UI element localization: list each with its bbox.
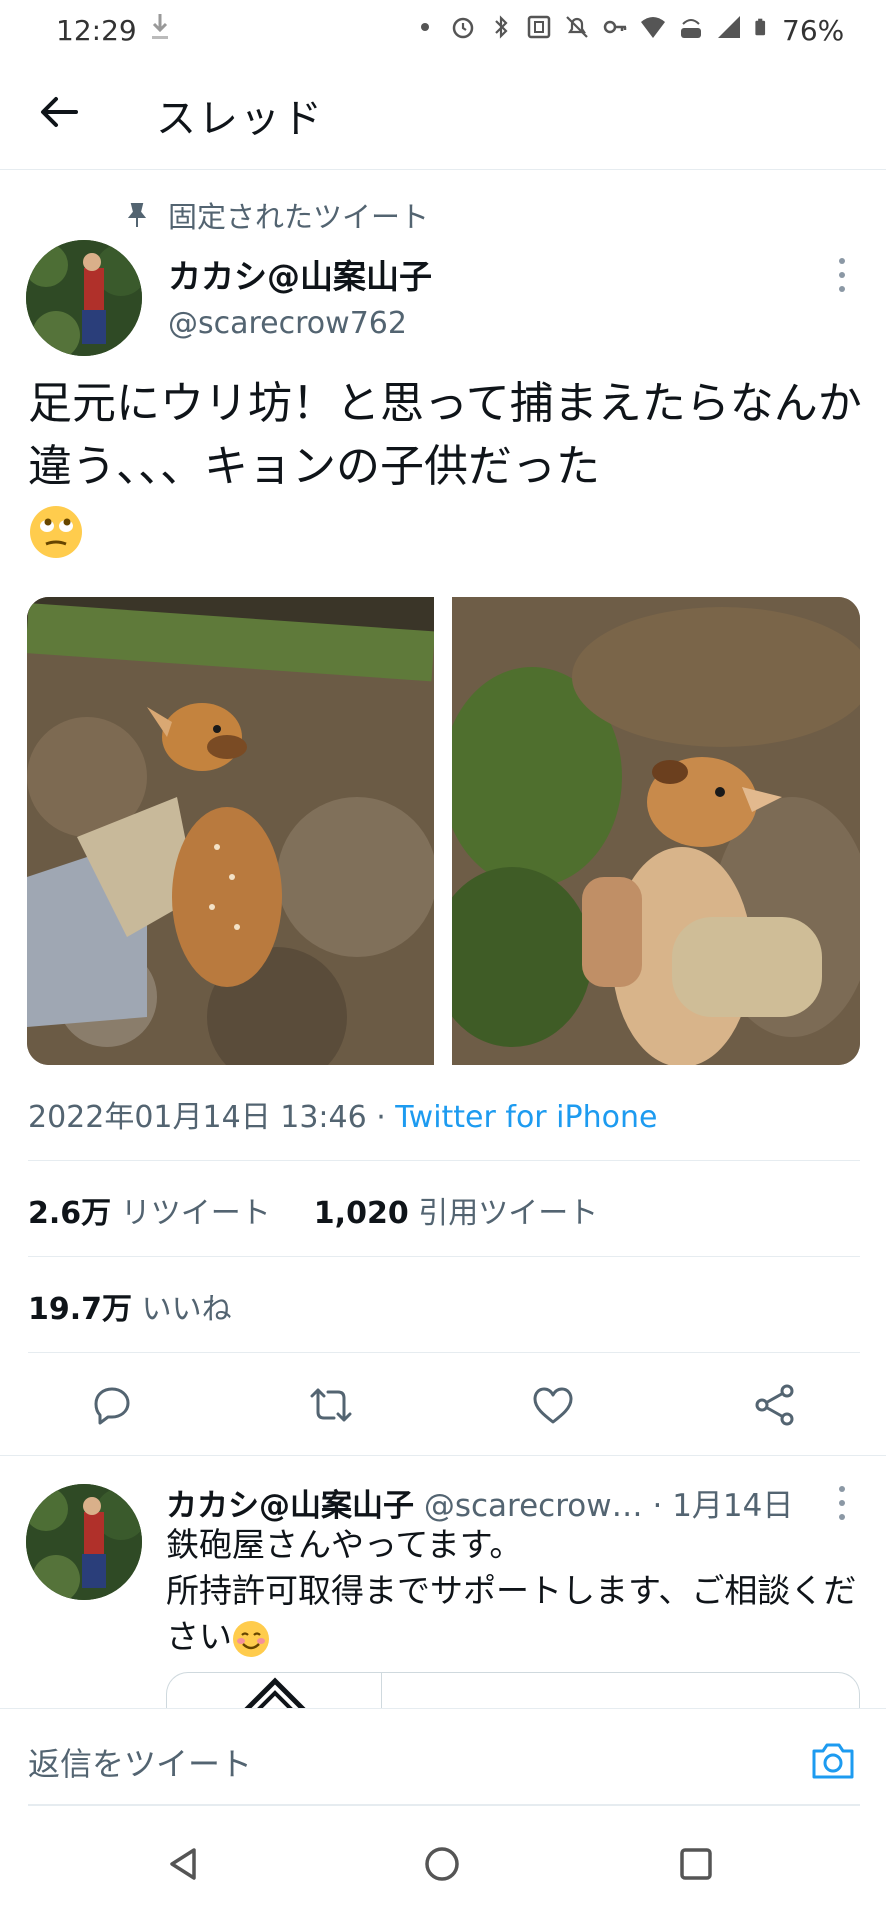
share-icon[interactable] <box>752 1382 798 1428</box>
nav-home-icon[interactable] <box>422 1844 462 1884</box>
face-with-rolling-eyes-emoji <box>30 506 82 558</box>
card-divider <box>381 1673 382 1712</box>
likes-count: 19.7万 <box>28 1292 133 1327</box>
retweet-stats: 2.6万 リツイート 1,020 引用ツイート <box>28 1188 598 1232</box>
reply-compose-bar: 返信をツイート <box>0 1708 886 1808</box>
system-nav-bar <box>0 1808 886 1920</box>
battery-percent: 76% <box>782 14 845 47</box>
card-logo-icon <box>241 1677 309 1712</box>
reply-line-1: 鉄砲屋さんやってます。 <box>166 1525 523 1564</box>
author-name[interactable]: カカシ@山案山子 <box>168 250 432 298</box>
header: スレッド <box>0 58 886 170</box>
link-card[interactable] <box>166 1672 860 1712</box>
status-icons <box>412 14 772 40</box>
nav-back-icon[interactable] <box>164 1844 204 1884</box>
tweet-photo-2[interactable] <box>452 597 860 1065</box>
quotes-label: 引用ツイート <box>418 1196 599 1231</box>
status-bar: 12:29 76% <box>0 0 886 58</box>
bluetooth-icon <box>495 15 508 39</box>
pinned-label: 固定されたツイート <box>124 194 429 236</box>
retweets-stat[interactable]: 2.6万 リツイート <box>28 1196 271 1231</box>
camera-icon[interactable] <box>810 1737 856 1783</box>
tweet-source[interactable]: Twitter for iPhone <box>395 1100 657 1135</box>
avatar-image <box>26 1484 142 1600</box>
mute-icon <box>566 16 588 38</box>
tweet-photo-1[interactable] <box>27 597 434 1065</box>
reply-author-handle[interactable]: @scarecrow… <box>424 1488 643 1524</box>
divider <box>28 1160 860 1161</box>
quotes-stat[interactable]: 1,020 引用ツイート <box>314 1196 598 1231</box>
more-options-icon[interactable] <box>837 258 847 292</box>
battery-icon <box>755 18 766 36</box>
quotes-count: 1,020 <box>313 1196 409 1231</box>
reply-underline <box>28 1804 860 1806</box>
download-icon <box>152 14 168 39</box>
nav-recents-icon[interactable] <box>676 1844 716 1884</box>
like-icon[interactable] <box>530 1382 576 1428</box>
smiling-face-emoji <box>233 1620 269 1657</box>
divider <box>28 1256 860 1257</box>
divider <box>28 1352 860 1353</box>
pin-icon <box>127 203 147 227</box>
likes-label: いいね <box>141 1292 232 1327</box>
avatar-image <box>26 240 142 356</box>
alarm-icon <box>452 17 474 39</box>
signal-icon <box>718 16 740 38</box>
author-handle[interactable]: @scarecrow762 <box>168 306 407 341</box>
status-time: 12:29 <box>56 14 137 47</box>
nfc-icon <box>527 15 551 39</box>
like-stats[interactable]: 19.7万 いいね <box>28 1284 232 1328</box>
tweet-timestamp: 2022年01月14日 13:46 · Twitter for iPhone <box>28 1092 657 1136</box>
reply-input[interactable]: 返信をツイート <box>28 1739 252 1785</box>
fawn-photo-2 <box>452 597 860 1065</box>
retweets-count: 2.6万 <box>28 1196 112 1231</box>
retweet-icon[interactable] <box>308 1382 354 1428</box>
timestamp-text[interactable]: 2022年01月14日 13:46 · <box>28 1100 395 1135</box>
page-title: スレッド <box>156 96 324 142</box>
tweet-body: 足元にウリ坊！と思って捕まえたらなんか違う、、、キョンの子供だった <box>28 378 862 492</box>
divider <box>0 1455 886 1456</box>
wifi-icon <box>641 17 665 38</box>
tweet-text: 足元にウリ坊！と思って捕まえたらなんか違う、、、キョンの子供だった <box>28 372 868 561</box>
avatar[interactable] <box>26 240 142 356</box>
reply-date[interactable]: · 1月14日 <box>652 1488 793 1524</box>
reply-avatar[interactable] <box>26 1484 142 1600</box>
arrow-left-icon[interactable] <box>36 88 84 136</box>
reply-icon[interactable] <box>88 1382 134 1428</box>
fawn-photo-1 <box>27 597 434 1065</box>
reply-header: カカシ@山案山子 @scarecrow… · 1月14日 <box>166 1480 793 1525</box>
retweets-label: リツイート <box>120 1196 271 1231</box>
tweet-actions <box>0 1370 886 1440</box>
dot-icon <box>421 23 429 31</box>
pinned-text: 固定されたツイート <box>168 200 430 234</box>
reply-author-name[interactable]: カカシ@山案山子 <box>166 1488 414 1524</box>
vpn-key-icon <box>603 20 627 34</box>
volte-icon <box>681 19 701 38</box>
reply-more-options-icon[interactable] <box>837 1486 847 1520</box>
reply-text: 鉄砲屋さんやってます。 所持許可取得までサポートします、ご相談ください <box>166 1522 866 1660</box>
